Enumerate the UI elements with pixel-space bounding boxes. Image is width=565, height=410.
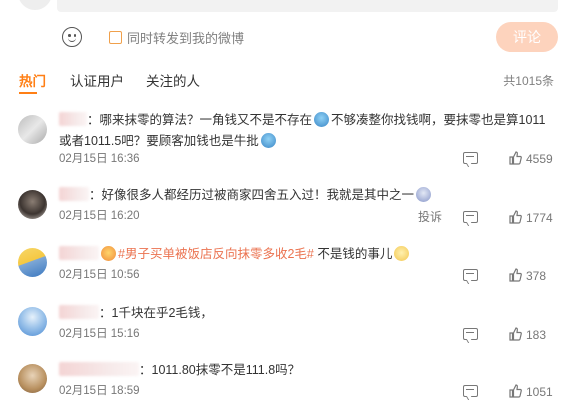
reply-icon[interactable] xyxy=(463,385,478,397)
comment-text-part: 不是钱的事儿 xyxy=(317,247,393,261)
comment-date: 02月15日 10:56 xyxy=(59,269,140,281)
avatar[interactable] xyxy=(18,307,47,336)
comment-text: ：哪来抹零的算法？一角钱又不是不存在 不够凑整你找钱啊，要抹零也是算1011或者1… xyxy=(59,110,549,152)
like-icon[interactable] xyxy=(509,151,522,165)
hashtag-link[interactable]: #男子买单被饭店反向抹零多收2毛# xyxy=(118,247,314,261)
like-count: 1051 xyxy=(526,385,553,399)
composer-top xyxy=(0,0,565,14)
comment-date: 02月15日 16:36 xyxy=(59,153,140,165)
tab-hot[interactable]: 热门 xyxy=(19,70,46,90)
username[interactable] xyxy=(59,112,87,126)
comment-date: 02月15日 16:20 xyxy=(59,210,140,222)
avatar[interactable] xyxy=(18,248,47,277)
like-count: 378 xyxy=(526,269,547,283)
avatar[interactable] xyxy=(18,364,47,393)
comment-text: ：1千块在乎2毛钱， xyxy=(59,303,549,324)
comment-filter-tabs: 热门 认证用户 关注的人 共1015条 xyxy=(0,70,565,94)
like-count: 4559 xyxy=(526,152,553,166)
emoji-icon[interactable] xyxy=(62,27,82,47)
comment-meta: 02月15日 16:36 xyxy=(59,150,145,166)
comment-text: ：1011.80抹零不是111.8吗？ xyxy=(59,360,549,381)
repost-checkbox[interactable] xyxy=(109,31,122,44)
comment-meta: 02月15日 16:20 xyxy=(59,207,145,223)
comment-textarea[interactable] xyxy=(57,0,558,12)
complain-link[interactable]: 投诉 xyxy=(418,208,442,225)
username[interactable] xyxy=(59,246,99,260)
total-comment-count: 共1015条 xyxy=(503,74,554,88)
comment-text-part: ：哪来抹零的算法？一角钱又不是不存在 xyxy=(87,113,313,127)
comment-meta: 02月15日 18:59 xyxy=(59,382,145,398)
reply-icon[interactable] xyxy=(463,152,478,164)
composer-toolbar: 同时转发到我的微博 评论 xyxy=(0,22,565,56)
my-avatar xyxy=(18,0,52,10)
emoji-glasses-icon xyxy=(394,246,410,261)
comment-meta: 02月15日 15:16 xyxy=(59,325,145,341)
like-icon[interactable] xyxy=(509,384,522,398)
repost-label[interactable]: 同时转发到我的微博 xyxy=(127,28,244,47)
emoji-cry-icon xyxy=(416,187,432,202)
avatar[interactable] xyxy=(18,115,47,144)
comment-text-part: ：1千块在乎2毛钱， xyxy=(99,306,213,320)
comment-meta: 02月15日 10:56 xyxy=(59,266,145,282)
avatar[interactable] xyxy=(18,190,47,219)
comment-date: 02月15日 18:59 xyxy=(59,385,140,397)
submit-comment-button[interactable]: 评论 xyxy=(496,22,558,52)
emoji-heart-eyes-icon xyxy=(101,246,116,261)
emoji-shark-icon xyxy=(314,112,330,127)
reply-icon[interactable] xyxy=(463,328,478,340)
tab-following[interactable]: 关注的人 xyxy=(146,70,200,90)
reply-icon[interactable] xyxy=(463,211,478,223)
like-count: 1774 xyxy=(526,211,553,225)
like-icon[interactable] xyxy=(509,210,522,224)
comment-text: #男子买单被饭店反向抹零多收2毛# 不是钱的事儿 xyxy=(59,244,549,265)
tab-verified-users[interactable]: 认证用户 xyxy=(70,70,124,90)
username[interactable] xyxy=(59,362,139,376)
active-tab-indicator xyxy=(19,92,37,94)
comment-text-part: ：好像很多人都经历过被商家四舍五入过！我就是其中之一 xyxy=(89,188,415,202)
comment-text-part: ：1011.80抹零不是111.8吗？ xyxy=(139,363,301,377)
username[interactable] xyxy=(59,187,89,201)
emoji-shark-icon xyxy=(260,133,276,148)
like-icon[interactable] xyxy=(509,268,522,282)
like-icon[interactable] xyxy=(509,327,522,341)
like-count: 183 xyxy=(526,328,547,342)
comment-date: 02月15日 15:16 xyxy=(59,328,140,340)
comment-text: ：好像很多人都经历过被商家四舍五入过！我就是其中之一 xyxy=(59,185,549,206)
username[interactable] xyxy=(59,305,99,319)
reply-icon[interactable] xyxy=(463,269,478,281)
